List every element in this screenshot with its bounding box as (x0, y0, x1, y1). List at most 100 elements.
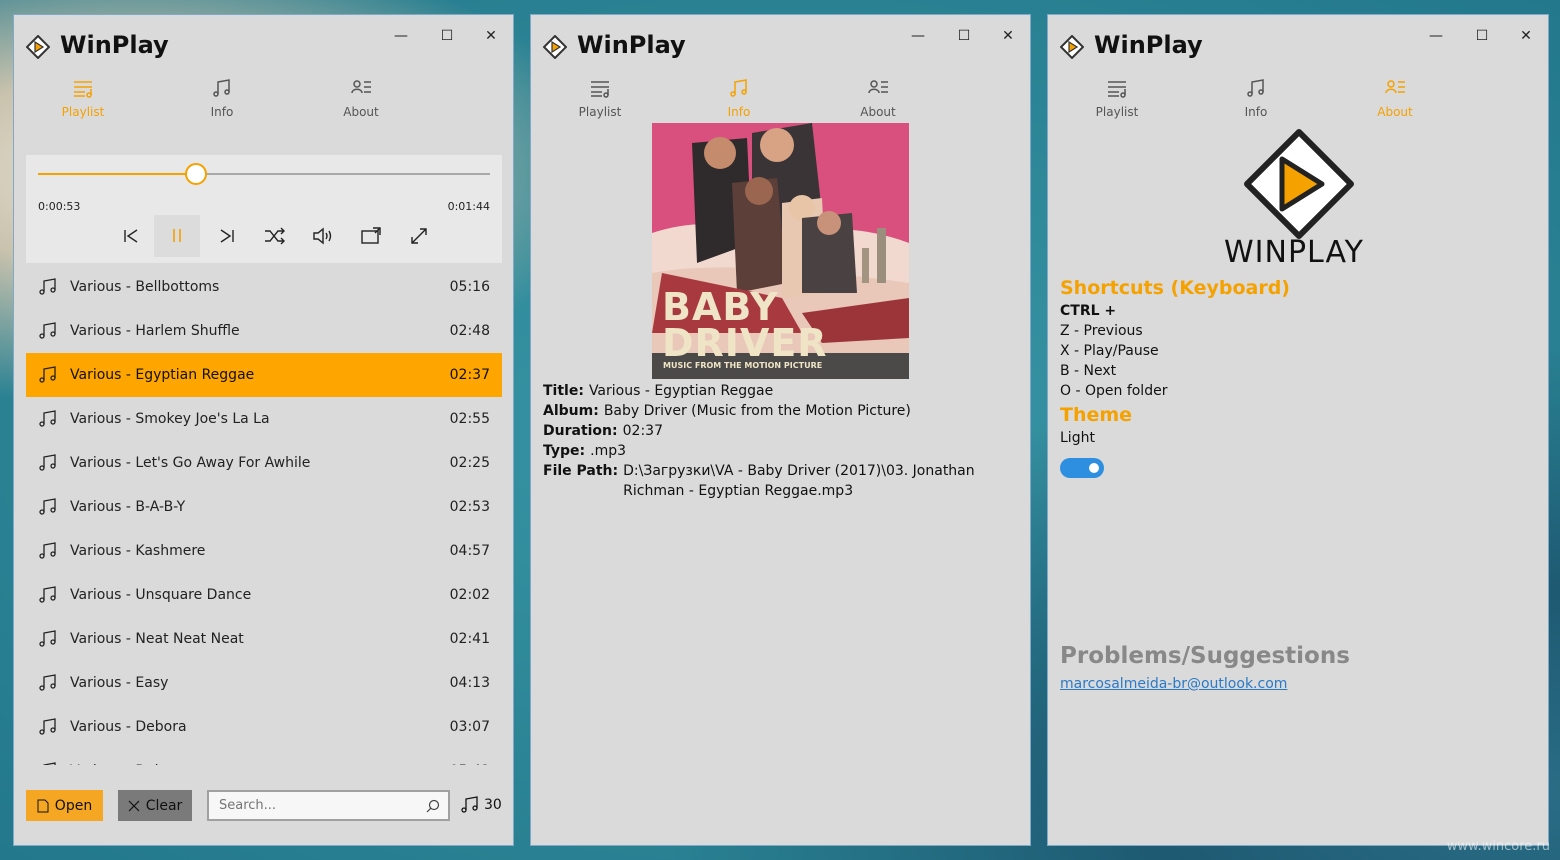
playlist-row[interactable]: Various - Smokey Joe's La La 02:55 (26, 397, 502, 441)
winplay-logo-icon (1244, 129, 1354, 239)
problems-heading: Problems/Suggestions (1060, 643, 1350, 669)
track-count: 30 (460, 796, 502, 814)
search-icon[interactable] (426, 799, 440, 813)
tab-playlist[interactable]: Playlist (550, 73, 650, 123)
open-button[interactable]: Open (26, 790, 103, 821)
track-duration: 05:16 (449, 279, 490, 295)
tab-playlist[interactable]: Playlist (1067, 73, 1167, 123)
pause-button[interactable] (154, 215, 200, 257)
volume-button[interactable] (300, 215, 346, 257)
album-cover-subtitle: MUSIC FROM THE MOTION PICTURE (663, 361, 823, 370)
tab-playlist[interactable]: Playlist (33, 73, 133, 123)
playlist-row[interactable]: Various - Kashmere 04:57 (26, 529, 502, 573)
tab-label: Info (727, 105, 751, 119)
playlist-row[interactable]: Various - Let's Go Away For Awhile 02:25 (26, 441, 502, 485)
minimize-button[interactable]: — (381, 21, 421, 51)
shortcuts-heading: Shortcuts (Keyboard) (1060, 277, 1290, 299)
meta-duration-value: 02:37 (622, 423, 663, 439)
playlist-row[interactable]: Various - Harlem Shuffle 02:48 (26, 309, 502, 353)
current-time: 0:00:53 (38, 200, 81, 213)
fullscreen-button[interactable] (396, 215, 442, 257)
tab-info[interactable]: Info (689, 73, 789, 123)
playlist-row[interactable]: Various - Debra 05:42 (26, 749, 502, 765)
music-note-icon (39, 630, 56, 647)
close-button[interactable]: ✕ (988, 21, 1028, 51)
meta-type-value: .mp3 (590, 443, 627, 459)
toggle-knob (1089, 463, 1099, 473)
next-icon (220, 229, 234, 243)
seek-bar[interactable] (38, 163, 490, 185)
playlist-row[interactable]: Various - B-A-B-Y 02:53 (26, 485, 502, 529)
volume-icon (313, 227, 332, 245)
shortcut-item: B - Next (1060, 363, 1117, 379)
track-duration: 02:53 (449, 499, 490, 515)
playlist-row[interactable]: Various - Bellbottoms 05:16 (26, 265, 502, 309)
seek-thumb[interactable] (185, 163, 208, 185)
playlist-row[interactable]: Various - Egyptian Reggae 02:37 (26, 353, 502, 397)
app-title: WinPlay (60, 31, 169, 59)
title-bar[interactable]: WinPlay — ☐ ✕ (531, 15, 1030, 75)
track-duration: 02:25 (449, 455, 490, 471)
minimize-button[interactable]: — (1416, 21, 1456, 51)
title-bar[interactable]: WinPlay — ☐ ✕ (14, 15, 513, 75)
player-panel: 0:00:53 0:01:44 (26, 155, 502, 263)
music-note-icon (39, 454, 56, 471)
compact-overlay-icon (361, 227, 381, 244)
album-cover: BABY DRIVER MUSIC FROM THE MOTION PICTUR… (652, 123, 909, 379)
close-button[interactable]: ✕ (1506, 21, 1546, 51)
maximize-button[interactable]: ☐ (427, 21, 467, 51)
meta-title-value: Various - Egyptian Reggae (588, 383, 774, 399)
track-title: Various - Harlem Shuffle (70, 323, 240, 339)
playlist-icon (591, 81, 609, 98)
about-icon (868, 80, 888, 94)
music-note-icon (39, 674, 56, 691)
track-title: Various - Neat Neat Neat (70, 631, 244, 647)
close-button[interactable]: ✕ (471, 21, 511, 51)
track-duration: 03:07 (449, 719, 490, 735)
pause-icon (173, 229, 181, 242)
music-note-icon (730, 79, 747, 97)
track-title: Various - Bellbottoms (70, 279, 220, 295)
tab-about[interactable]: About (828, 73, 928, 123)
shortcut-item: X - Play/Pause (1060, 343, 1159, 359)
meta-path-value: D:\Загрузки\VA - Baby Driver (2017)\03. … (623, 463, 975, 499)
email-link[interactable]: marcosalmeida-br@outlook.com (1060, 676, 1287, 692)
clear-button[interactable]: Clear (118, 790, 192, 821)
tab-about[interactable]: About (1345, 73, 1445, 123)
tab-info[interactable]: Info (1206, 73, 1306, 123)
meta-album-value: Baby Driver (Music from the Motion Pictu… (603, 403, 911, 419)
shortcut-item: O - Open folder (1060, 383, 1168, 399)
playlist-row[interactable]: Various - Unsquare Dance 02:02 (26, 573, 502, 617)
total-time: 0:01:44 (447, 200, 490, 213)
music-note-icon (461, 796, 478, 813)
maximize-button[interactable]: ☐ (944, 21, 984, 51)
previous-button[interactable] (108, 215, 154, 257)
track-duration: 02:02 (449, 587, 490, 603)
search-input[interactable] (209, 792, 409, 819)
music-note-icon (39, 542, 56, 559)
playlist-row[interactable]: Various - Easy 04:13 (26, 661, 502, 705)
meta-path: File Path: D:\Загрузки\VA - Baby Driver (… (543, 461, 1023, 501)
ctrl-label: CTRL + (1060, 303, 1117, 319)
tab-label: Playlist (1095, 105, 1139, 119)
shuffle-button[interactable] (252, 215, 298, 257)
next-button[interactable] (204, 215, 250, 257)
mini-mode-button[interactable] (348, 215, 394, 257)
tab-about[interactable]: About (311, 73, 411, 123)
maximize-button[interactable]: ☐ (1462, 21, 1502, 51)
music-note-icon (39, 410, 56, 427)
app-logo-icon (26, 35, 50, 59)
music-note-icon (43, 762, 56, 765)
minimize-button[interactable]: — (898, 21, 938, 51)
playlist-row[interactable]: Various - Neat Neat Neat 02:41 (26, 617, 502, 661)
tab-info[interactable]: Info (172, 73, 272, 123)
tab-label: Info (1244, 105, 1268, 119)
album-cover-title: BABY DRIVER (662, 285, 828, 365)
tab-label: Playlist (578, 105, 622, 119)
playlist-row[interactable]: Various - Debora 03:07 (26, 705, 502, 749)
theme-toggle[interactable] (1060, 458, 1104, 478)
app-title: WinPlay (577, 31, 686, 59)
window-about: WinPlay — ☐ ✕ Playlist Info About WINPLA… (1047, 14, 1549, 846)
title-bar[interactable]: WinPlay — ☐ ✕ (1048, 15, 1548, 75)
expand-icon (411, 228, 427, 244)
